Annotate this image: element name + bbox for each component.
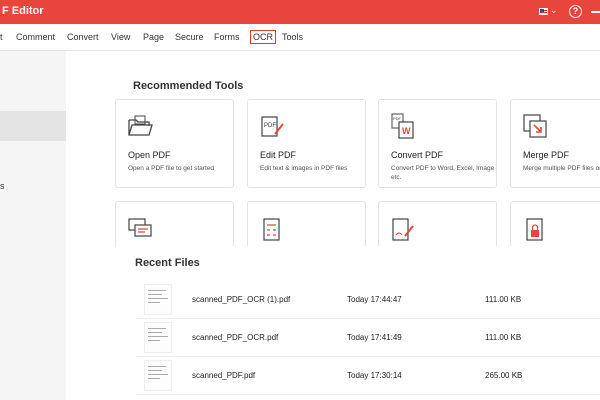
tool-card-comment[interactable] <box>115 201 234 248</box>
tool-card-convert-pdf[interactable]: PDF W Convert PDF Convert PDF to Word, E… <box>378 99 497 188</box>
file-thumbnail <box>144 360 172 391</box>
tool-card-calculator[interactable] <box>247 201 366 248</box>
merge-arrows-icon <box>523 114 547 138</box>
tool-card-edit-pdf[interactable]: PDF Edit PDF Edit text & images in PDF f… <box>247 99 366 188</box>
menu-tools[interactable]: Tools <box>282 32 303 42</box>
menu-comment[interactable]: Comment <box>16 32 55 42</box>
file-time: Today 17:30:14 <box>347 371 402 380</box>
menu-bar: t Comment Convert View Page Secure Forms… <box>0 24 600 51</box>
tool-description: Convert PDF to Word, Excel, Image etc. <box>391 165 495 181</box>
folder-open-icon <box>128 115 153 136</box>
tool-card-sign[interactable] <box>378 201 497 248</box>
minimize-icon[interactable] <box>591 11 600 13</box>
tool-card-open-pdf[interactable]: Open PDF Open a PDF file to get started <box>115 99 234 188</box>
tool-name: Open PDF <box>128 150 171 160</box>
file-name: scanned_PDF_OCR (1).pdf <box>192 295 291 304</box>
title-bar: F Editor ⌄ ? <box>0 0 600 24</box>
comment-bubbles-icon <box>128 218 152 237</box>
svg-text:W: W <box>402 126 411 136</box>
us-flag-icon[interactable] <box>539 8 548 15</box>
tool-name: Edit PDF <box>260 150 297 160</box>
tool-description: Edit text & images in PDF files <box>260 165 348 172</box>
menu-page[interactable]: Page <box>143 32 164 42</box>
calculator-pages-icon <box>263 218 280 241</box>
menu-convert[interactable]: Convert <box>67 32 99 42</box>
sidebar: s <box>0 51 66 400</box>
tool-description: Merge multiple PDF files one <box>523 165 600 172</box>
sign-pen-icon <box>392 218 414 241</box>
recent-files-heading: Recent Files <box>135 257 200 269</box>
file-name: scanned_PDF_OCR.pdf <box>192 333 279 342</box>
file-size: 111.00 KB <box>485 295 522 304</box>
tool-name: Convert PDF <box>391 150 444 160</box>
file-size: 265.00 KB <box>485 371 523 380</box>
menu-view[interactable]: View <box>111 32 130 42</box>
menu-edit[interactable]: t <box>0 32 3 42</box>
sidebar-item-selected[interactable] <box>0 111 66 141</box>
help-icon[interactable]: ? <box>569 5 582 18</box>
menu-secure[interactable]: Secure <box>175 32 204 42</box>
file-name: scanned_PDF.pdf <box>192 371 256 380</box>
recent-file-row[interactable]: scanned_PDF.pdf Today 17:30:14 265.00 KB <box>136 358 600 395</box>
file-thumbnail <box>144 322 172 353</box>
recent-file-row[interactable]: scanned_PDF_OCR (1).pdf Today 17:44:47 1… <box>136 282 600 319</box>
svg-text:PDF: PDF <box>264 123 276 129</box>
tool-card-merge-pdf[interactable]: Merge PDF Merge multiple PDF files one <box>510 99 600 188</box>
file-thumbnail <box>144 284 172 315</box>
svg-text:PDF: PDF <box>393 116 402 121</box>
tool-name: Merge PDF <box>523 150 570 160</box>
tool-description: Open a PDF file to get started <box>128 165 214 172</box>
file-size: 111.00 KB <box>485 333 522 342</box>
pdf-to-word-icon: PDF W <box>391 113 414 139</box>
recent-file-row[interactable]: scanned_PDF_OCR.pdf Today 17:41:49 111.0… <box>136 320 600 357</box>
sidebar-item-label[interactable]: s <box>0 181 5 191</box>
pdf-edit-icon: PDF <box>261 116 284 137</box>
file-time: Today 17:41:49 <box>347 333 402 342</box>
app-title: F Editor <box>2 5 44 17</box>
file-time: Today 17:44:47 <box>347 295 402 304</box>
menu-ocr[interactable]: OCR <box>250 30 276 44</box>
recommended-tools-heading: Recommended Tools <box>133 80 244 92</box>
menu-forms[interactable]: Forms <box>214 32 240 42</box>
tool-card-protect[interactable] <box>510 201 600 248</box>
pdf-lock-icon <box>526 218 543 241</box>
chevron-down-icon[interactable]: ⌄ <box>550 5 558 16</box>
